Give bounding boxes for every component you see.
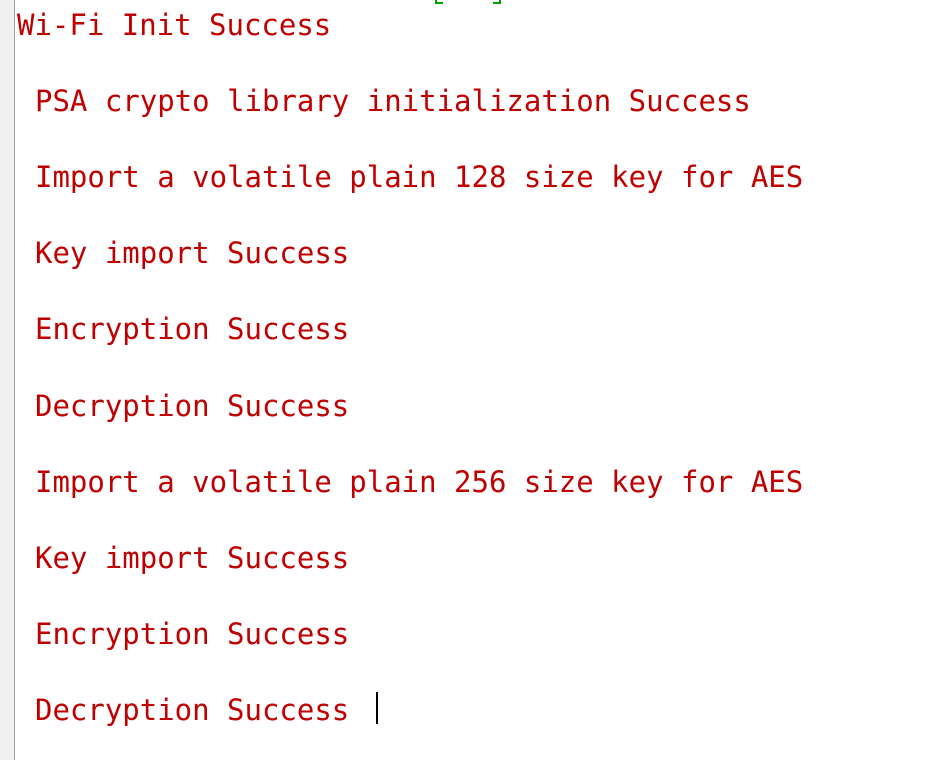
open-bracket-glyph [435,0,443,4]
log-line-encryption-2: Encryption Success [35,617,350,651]
log-line-import-256: Import a volatile plain 256 size key for… [35,465,804,499]
terminal-output[interactable]: Wi-Fi Init Success PSA crypto library in… [17,0,937,760]
log-line-decryption-1: Decryption Success [35,389,350,423]
serial-terminal-window[interactable]: Wi-Fi Init Success PSA crypto library in… [0,0,937,760]
terminal-left-gutter [0,0,15,760]
log-line-psa-init: PSA crypto library initialization Succes… [35,84,751,118]
close-bracket-glyph [493,0,501,4]
log-line-key-import-2: Key import Success [35,541,350,575]
log-line-encryption-1: Encryption Success [35,312,350,346]
log-line-decryption-2: Decryption Success [35,693,350,727]
text-cursor [376,692,378,724]
log-line-key-import-1: Key import Success [35,236,350,270]
truncated-previous-line [17,0,527,4]
log-line-wifi-init: Wi-Fi Init Success [17,8,332,42]
log-line-import-128: Import a volatile plain 128 size key for… [35,160,804,194]
